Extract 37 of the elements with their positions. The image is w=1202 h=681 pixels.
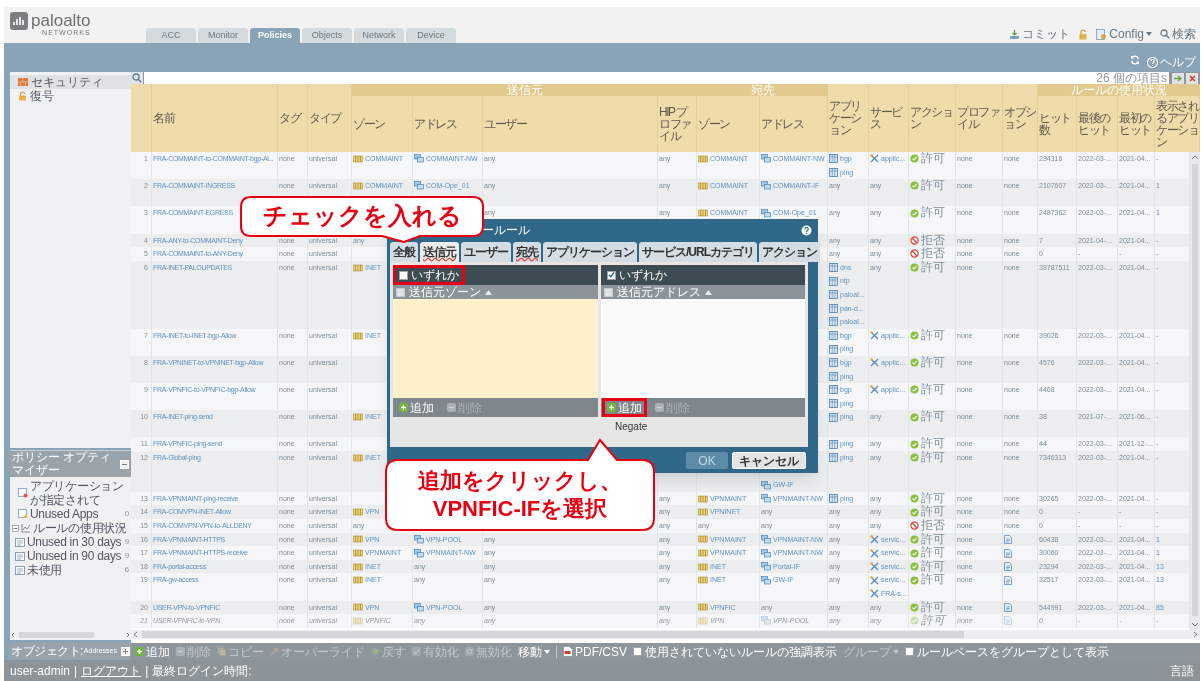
logo-text: paloalto	[31, 12, 91, 29]
cell-text: 許可	[921, 600, 945, 614]
cell-text: 許可	[921, 451, 945, 465]
cell-text: 許可	[921, 328, 945, 343]
item-count: 6	[124, 564, 129, 576]
cell-text: 拒否	[921, 233, 945, 247]
footer-text: 最終ログイン時間:	[152, 662, 252, 680]
cell-text: 許可	[921, 437, 945, 451]
panel-title: オブジェクト:	[11, 644, 83, 658]
item-count: 9	[124, 550, 129, 562]
item-count: 26 個の項目s	[1096, 72, 1169, 84]
cell-text: 許可	[921, 152, 945, 166]
item-count: 0	[124, 508, 129, 520]
dialog-title: ールール	[482, 222, 530, 239]
separator-text: |	[74, 662, 78, 680]
cell-text: 拒否	[921, 247, 945, 261]
cell-text: 許可	[921, 546, 945, 560]
cell-text: 許可	[921, 410, 945, 424]
cell-text: 許可	[921, 505, 945, 519]
column-group-header: ルールの使用状況	[1038, 84, 1200, 96]
panel-title: ポリシー オプティマイザー	[12, 451, 113, 477]
cell-text: 許可	[921, 355, 945, 370]
cell-text: 許可	[921, 573, 945, 587]
cell-text: 許可	[921, 206, 945, 220]
cell-text: 許可	[921, 614, 945, 628]
cell-text: 許可	[921, 179, 945, 193]
column-group-header: 送信元	[352, 84, 697, 96]
item-count: 9	[124, 536, 129, 548]
column-group-header: 宛先	[697, 84, 828, 96]
footer-text: user-admin	[10, 662, 71, 680]
cell-text: 許可	[921, 491, 945, 505]
cell-text: 許可	[921, 260, 945, 275]
cell-text: 許可	[921, 559, 945, 573]
cell-text: 許可	[921, 383, 945, 397]
cell-text: 許可	[921, 532, 945, 546]
cell-text: 拒否	[921, 519, 945, 533]
separator-text: |	[145, 662, 149, 680]
